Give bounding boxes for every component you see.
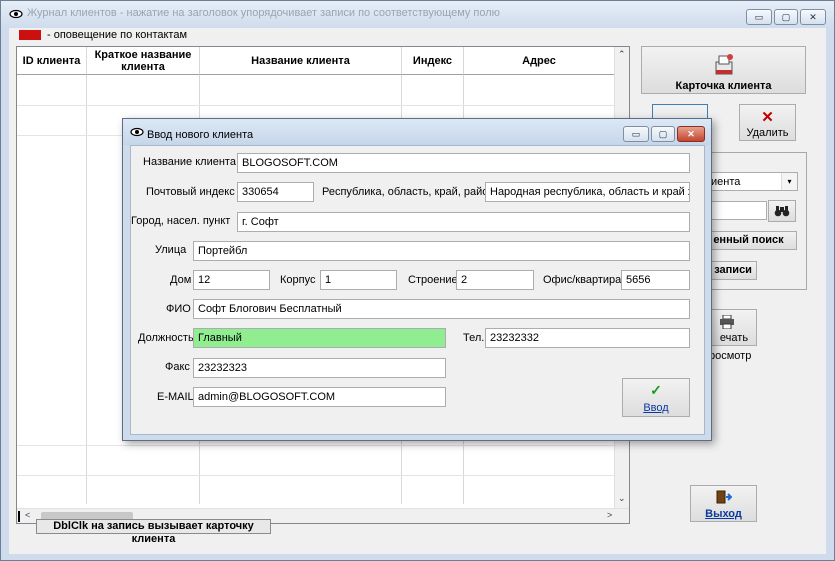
office-input[interactable]: 5656	[621, 270, 690, 290]
client-card-label: Карточка клиента	[675, 80, 772, 92]
email-input[interactable]: admin@BLOGOSOFT.COM	[193, 387, 446, 407]
chevron-down-icon[interactable]: ▾	[781, 173, 797, 190]
house-label: Дом	[170, 274, 192, 286]
enter-button[interactable]: ✓ Ввод	[622, 378, 690, 417]
client-card-icon	[715, 54, 733, 75]
close-button[interactable]: ✕	[800, 9, 826, 25]
notice-legend-label: - оповещение по контактам	[47, 29, 188, 41]
advanced-search-button[interactable]: енный поиск	[700, 231, 797, 250]
dialog-title: Ввод нового клиента	[147, 129, 254, 141]
client-card-button[interactable]: Карточка клиента	[641, 46, 806, 94]
minimize-button[interactable]: ▭	[746, 9, 772, 25]
building-input[interactable]: 2	[456, 270, 534, 290]
print-label: ечать	[719, 332, 749, 344]
search-field-value: иента	[711, 176, 741, 188]
delete-button[interactable]: ✕ Удалить	[739, 104, 796, 141]
fax-input[interactable]: 23232323	[193, 358, 446, 378]
dblclick-hint: DblClk на запись вызывает карточку клиен…	[36, 519, 271, 545]
dialog-minimize-button[interactable]: ▭	[623, 126, 649, 142]
dialog-eye-icon	[130, 127, 144, 137]
checkmark-icon: ✓	[650, 382, 662, 398]
building-label: Строение	[408, 274, 458, 286]
email-label: E-MAIL	[157, 391, 194, 403]
dialog-maximize-button[interactable]: ▢	[651, 126, 675, 142]
city-input[interactable]: г. Софт	[237, 212, 690, 232]
fax-label: Факс	[165, 361, 190, 373]
phone-label: Тел.	[463, 332, 485, 344]
scroll-right-icon[interactable]: >	[607, 510, 612, 520]
scroll-down-icon[interactable]: ⌄	[618, 493, 626, 504]
exit-door-icon	[716, 490, 732, 504]
exit-button[interactable]: Выход	[690, 485, 757, 522]
exit-label: Выход	[705, 508, 742, 520]
notice-color-swatch	[19, 30, 41, 40]
delete-label: Удалить	[746, 127, 789, 139]
record-marker	[18, 511, 20, 522]
office-label: Офис/квартира	[543, 274, 622, 286]
city-label: Город, насел. пункт	[131, 215, 231, 227]
region-label: Республика, область, край, район	[322, 186, 495, 198]
phone-input[interactable]: 23232332	[485, 328, 690, 348]
print-button[interactable]: ечать	[711, 309, 757, 346]
delete-icon: ✕	[761, 109, 774, 126]
maximize-button[interactable]: ▢	[774, 9, 798, 25]
scroll-up-icon[interactable]: ⌃	[618, 49, 626, 60]
fio-label: ФИО	[166, 303, 191, 315]
find-button[interactable]	[768, 200, 796, 222]
korpus-input[interactable]: 1	[320, 270, 397, 290]
enter-label: Ввод	[643, 402, 669, 414]
house-input[interactable]: 12	[193, 270, 270, 290]
column-header-short-name[interactable]: Краткое название клиента	[87, 47, 200, 75]
binoculars-icon	[774, 206, 790, 217]
app-eye-icon	[9, 9, 23, 19]
position-input[interactable]: Главный	[193, 328, 446, 348]
search-field-select[interactable]: иента ▾	[707, 172, 798, 191]
fio-input[interactable]: Софт Блогович Бесплатный	[193, 299, 690, 319]
region-input[interactable]: Народная республика, область и край хор	[485, 182, 690, 202]
postal-index-label: Почтовый индекс	[146, 186, 235, 198]
postal-index-input[interactable]: 330654	[237, 182, 314, 202]
preview-label[interactable]: росмотр	[709, 350, 751, 362]
column-header-index[interactable]: Индекс	[402, 47, 464, 75]
dialog-close-button[interactable]: ✕	[677, 126, 705, 142]
street-label: Улица	[155, 244, 187, 256]
position-label: Должность	[138, 332, 194, 344]
window-title: Журнал клиентов - нажатие на заголовок у…	[27, 7, 500, 19]
printer-icon	[720, 315, 734, 329]
street-input[interactable]: Портейбл	[193, 241, 690, 261]
column-header-id[interactable]: ID клиента	[17, 47, 87, 75]
column-header-name[interactable]: Название клиента	[200, 47, 402, 75]
client-name-input[interactable]: BLOGOSOFT.COM	[237, 153, 690, 173]
search-input[interactable]	[707, 201, 767, 220]
scroll-left-icon[interactable]: <	[25, 510, 30, 520]
dialog-titlebar: Ввод нового клиента ▭ ▢ ✕	[123, 119, 711, 145]
client-name-label: Название клиента	[143, 156, 236, 168]
korpus-label: Корпус	[280, 274, 316, 286]
column-header-address[interactable]: Адрес	[464, 47, 615, 75]
main-titlebar: Журнал клиентов - нажатие на заголовок у…	[1, 1, 834, 28]
